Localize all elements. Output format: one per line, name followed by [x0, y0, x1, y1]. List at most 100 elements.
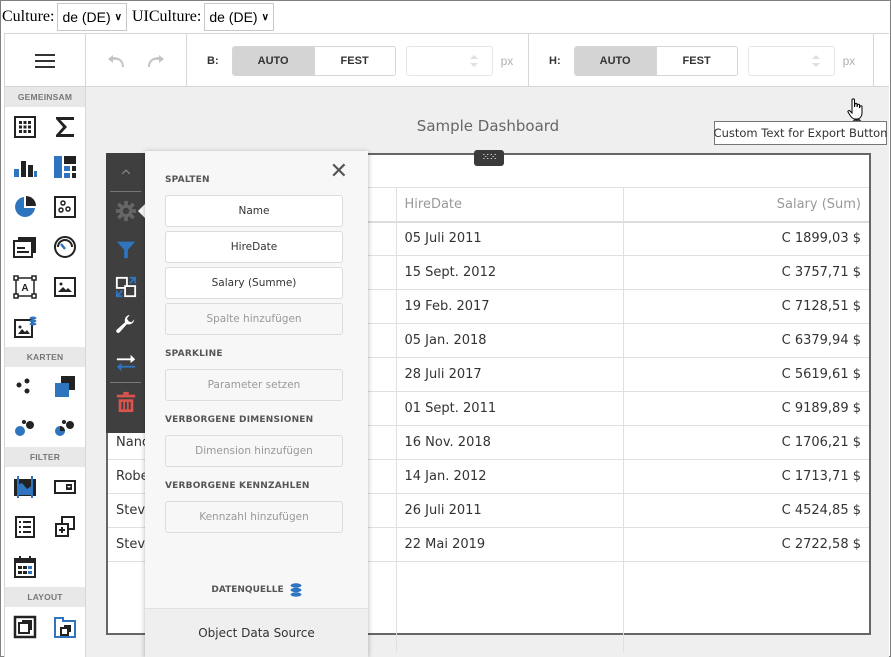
bound-image-icon[interactable] — [5, 307, 45, 347]
column-field-name[interactable]: Name — [165, 195, 343, 227]
cell-hiredate: 14 Jan. 2012 — [396, 459, 624, 494]
page: { "culture_bar": { "culture_label": "Cul… — [0, 0, 891, 657]
pie-map-icon[interactable] — [45, 407, 85, 447]
bubble-map-icon[interactable] — [5, 407, 45, 447]
uiculture-label: UICulture: — [132, 8, 202, 25]
menu-button[interactable] — [5, 34, 86, 87]
export-tooltip: Custom Text for Export Button — [714, 121, 887, 145]
uiculture-select[interactable]: de (DE) ∨ — [204, 3, 274, 31]
grid-icon[interactable] — [5, 107, 45, 147]
columns-section-title: SPALTEN — [165, 175, 210, 185]
width-fixed-button[interactable]: FEST — [313, 46, 395, 75]
pie-icon[interactable] — [5, 187, 45, 227]
width-label: B: — [207, 54, 219, 67]
image-icon[interactable] — [45, 267, 85, 307]
column-field-salary[interactable]: Salary (Summe) — [165, 267, 343, 299]
convert-button[interactable] — [106, 268, 145, 306]
width-auto-button[interactable]: AUTO — [232, 46, 314, 75]
tab-container-icon[interactable] — [45, 607, 85, 647]
toolbox-section-maps — [5, 367, 85, 447]
cell-salary: C 2722,58 $ — [623, 527, 869, 562]
toolbox: GEMEINSAM A KARTEN FILTER LAYOUT — [5, 87, 86, 657]
cell-salary: C 1706,21 $ — [623, 425, 869, 460]
toolbox-section-title: KARTEN — [5, 347, 85, 367]
undo-icon[interactable] — [107, 52, 127, 70]
group-icon[interactable] — [5, 607, 45, 647]
interactivity-button[interactable] — [106, 230, 145, 268]
options-button[interactable] — [106, 306, 145, 344]
chevron-down-icon: ∨ — [261, 11, 269, 23]
cell-salary: C 7128,51 $ — [623, 289, 869, 324]
datasource-section-title: DATENQUELLE — [211, 585, 284, 595]
width-input[interactable] — [405, 45, 493, 76]
combo-box-icon[interactable] — [45, 467, 85, 507]
bindings-button[interactable] — [106, 192, 146, 230]
empty-cell — [396, 561, 624, 652]
gauge-icon[interactable] — [45, 227, 85, 267]
culture-select[interactable]: de (DE) ∨ — [57, 3, 127, 31]
chevron-down-icon: ∨ — [114, 11, 122, 23]
binding-panel: ✕ SPALTEN Name HireDate Salary (Summe) S… — [145, 151, 368, 657]
uiculture-select-value: de (DE) — [209, 9, 258, 25]
cell-salary: C 9189,89 $ — [623, 391, 869, 426]
hand-cursor-icon — [847, 98, 863, 120]
culture-bar: Culture: de (DE) ∨ UICulture: de (DE) ∨ — [1, 1, 890, 33]
close-icon[interactable]: ✕ — [330, 161, 348, 183]
height-auto-button[interactable]: AUTO — [574, 46, 656, 75]
card-sum-icon[interactable] — [45, 107, 85, 147]
add-measure-button[interactable]: Kennzahl hinzufügen — [165, 501, 343, 533]
datasource-selector[interactable]: Object Data Source — [145, 608, 368, 657]
column-header-hiredate[interactable]: HireDate — [396, 187, 624, 223]
spin-up-icon[interactable] — [811, 54, 820, 59]
add-dimension-button[interactable]: Dimension hinzufügen — [165, 435, 343, 467]
sparkline-section-title: SPARKLINE — [165, 349, 223, 359]
designer-toolbar: B: AUTO FEST px H: AUTO FEST px — [5, 33, 889, 87]
hamburger-icon — [35, 53, 55, 68]
date-filter-icon[interactable] — [5, 547, 45, 587]
database-icon — [290, 583, 302, 597]
geo-point-map-icon[interactable] — [5, 367, 45, 407]
treemap-icon[interactable] — [45, 147, 85, 187]
spin-up-icon[interactable] — [469, 54, 478, 59]
cards-icon[interactable] — [5, 227, 45, 267]
cell-salary: C 1899,03 $ — [623, 221, 869, 256]
gear-icon — [115, 200, 136, 222]
toolbox-section-common: A — [5, 107, 85, 347]
text-box-icon[interactable]: A — [5, 267, 45, 307]
culture-label: Culture: — [2, 8, 55, 25]
undo-redo-group — [86, 34, 187, 87]
add-column-button[interactable]: Spalte hinzufügen — [165, 303, 343, 335]
spin-down-icon[interactable] — [811, 62, 820, 67]
column-header-salary[interactable]: Salary (Sum) — [623, 187, 869, 223]
tree-view-icon[interactable] — [45, 507, 85, 547]
delete-button[interactable] — [106, 383, 145, 421]
sparkline-argument-button[interactable]: Parameter setzen — [165, 369, 343, 401]
empty-cell — [623, 562, 869, 652]
collapse-button[interactable] — [106, 153, 145, 191]
swap-icon — [116, 354, 135, 372]
spin-down-icon[interactable] — [469, 62, 478, 67]
column-field-hiredate[interactable]: HireDate — [165, 231, 343, 263]
height-fixed-button[interactable]: FEST — [655, 46, 737, 75]
hidden-measures-section-title: VERBORGENE KENNZAHLEN — [165, 481, 310, 491]
drag-handle[interactable]: ⁙⁙ — [474, 150, 504, 166]
cell-hiredate: 26 Juli 2011 — [396, 493, 624, 528]
cell-salary: C 6379,94 $ — [623, 323, 869, 358]
choropleth-map-icon[interactable] — [45, 367, 85, 407]
swap-button[interactable] — [106, 344, 145, 382]
datasource-section: DATENQUELLE — [145, 583, 368, 597]
range-filter-icon[interactable] — [5, 467, 45, 507]
list-box-icon[interactable] — [5, 507, 45, 547]
width-unit: px — [500, 53, 514, 68]
height-input[interactable] — [747, 45, 835, 76]
culture-select-value: de (DE) — [62, 9, 111, 25]
toolbox-section-title: GEMEINSAM — [5, 87, 85, 107]
scatter-icon[interactable] — [45, 187, 85, 227]
cell-hiredate: 19 Feb. 2017 — [396, 289, 624, 324]
chart-icon[interactable] — [5, 147, 45, 187]
toolbox-section-title: FILTER — [5, 447, 85, 467]
wrench-icon — [115, 314, 134, 333]
redo-icon[interactable] — [145, 52, 165, 70]
toolbox-section-title: LAYOUT — [5, 587, 85, 607]
cell-salary: C 4524,85 $ — [623, 493, 869, 528]
